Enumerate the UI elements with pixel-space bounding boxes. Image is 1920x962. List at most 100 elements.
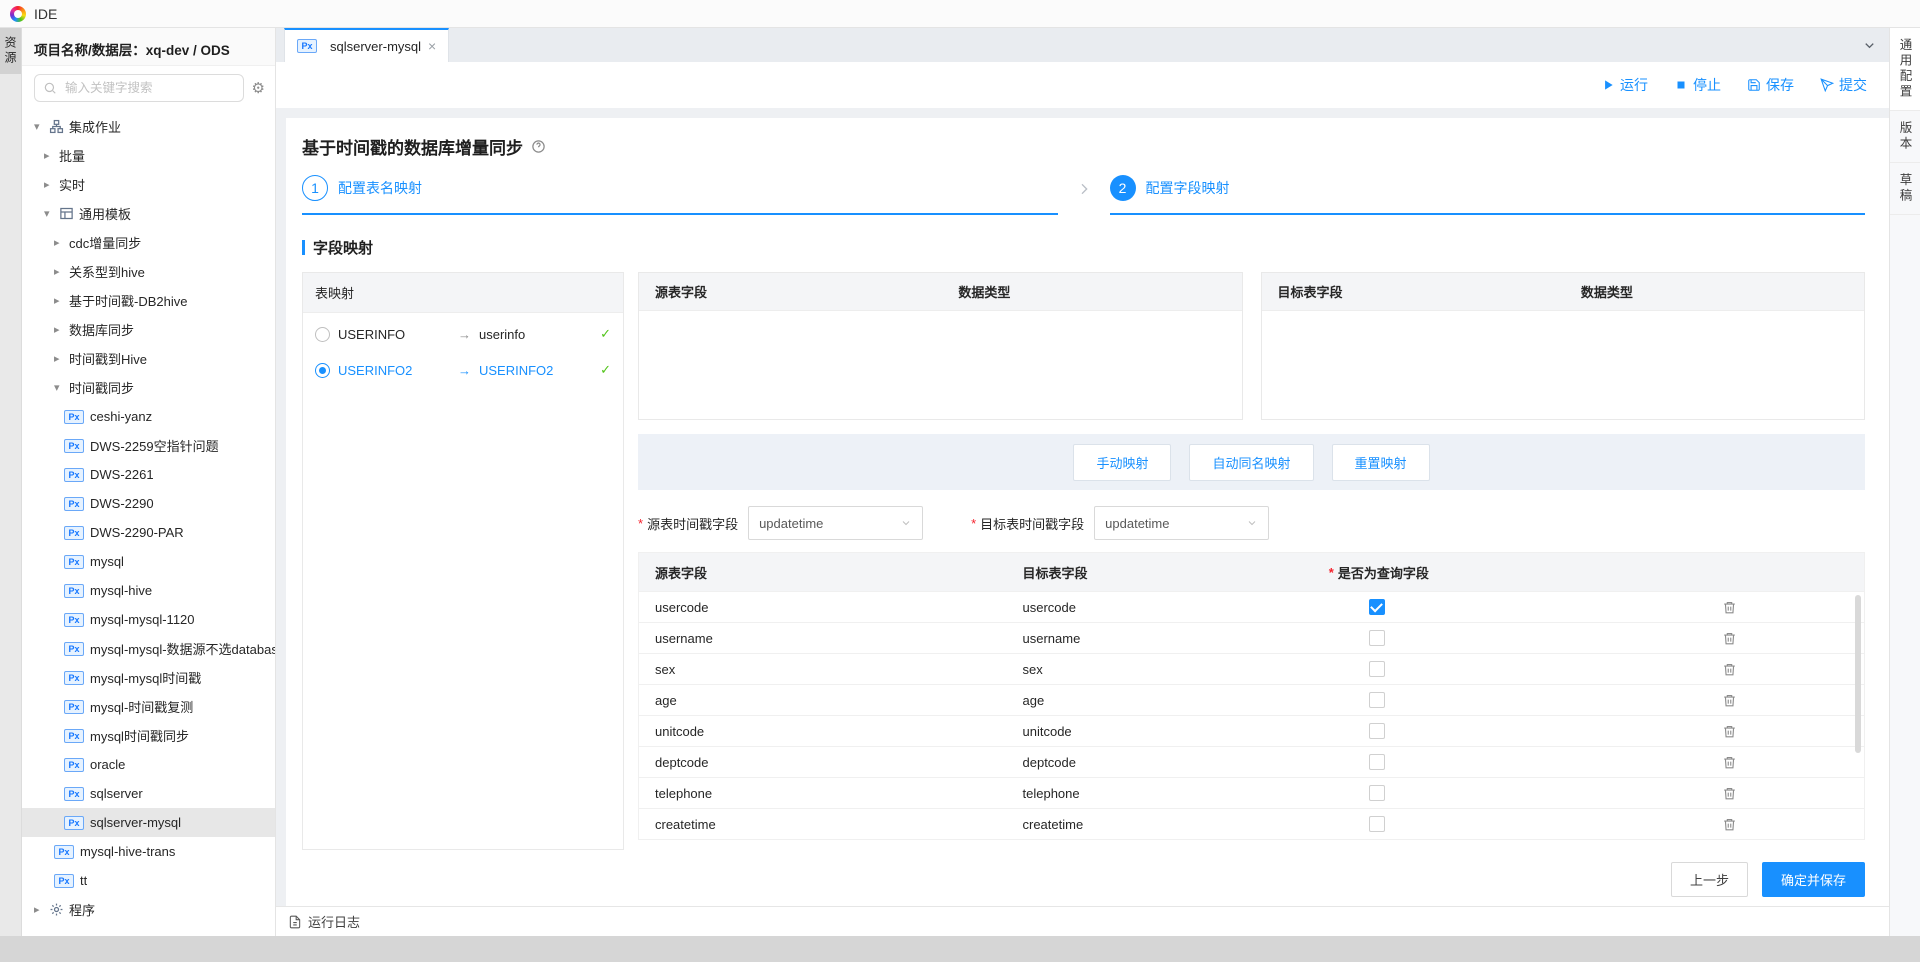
- tab-label: sqlserver-mysql: [330, 39, 421, 54]
- table-mapping-row[interactable]: USERINFOuserinfo: [303, 319, 623, 349]
- tree-item-label: mysql: [90, 554, 124, 569]
- query-field-checkbox[interactable]: [1369, 754, 1385, 770]
- submit-button[interactable]: 提交: [1820, 75, 1867, 95]
- tree-item[interactable]: Pxmysql-mysql时间戳: [22, 663, 275, 692]
- tree-item[interactable]: Pxtt: [22, 866, 275, 895]
- delete-row-trash-icon[interactable]: [1722, 724, 1737, 739]
- tree-item[interactable]: 实时: [22, 170, 275, 199]
- tree-item[interactable]: Pxmysql时间戳同步: [22, 721, 275, 750]
- tree-item[interactable]: 程序: [22, 895, 275, 924]
- target-timestamp-select[interactable]: updatetime: [1094, 506, 1269, 540]
- delete-row-trash-icon[interactable]: [1722, 662, 1737, 677]
- query-field-checkbox[interactable]: [1369, 785, 1385, 801]
- tree-item[interactable]: 时间戳到Hive: [22, 344, 275, 373]
- source-field-cell: usercode: [639, 600, 1007, 615]
- chevron-right-icon[interactable]: [54, 265, 67, 278]
- table-scrollbar-thumb[interactable]: [1855, 595, 1861, 753]
- run-button[interactable]: 运行: [1601, 75, 1648, 95]
- tree-item[interactable]: Pxmysql: [22, 547, 275, 576]
- right-rail: 通用配置版本草稿: [1890, 28, 1920, 936]
- delete-row-trash-icon[interactable]: [1722, 755, 1737, 770]
- tree-item[interactable]: 集成作业: [22, 112, 275, 141]
- stop-label: 停止: [1693, 75, 1721, 95]
- tree-item[interactable]: Pxmysql-hive: [22, 576, 275, 605]
- tree-item[interactable]: PxDWS-2261: [22, 460, 275, 489]
- section-title: 字段映射: [313, 237, 373, 258]
- auto-same-name-mapping-button[interactable]: 自动同名映射: [1189, 444, 1313, 481]
- delete-row-trash-icon[interactable]: [1722, 693, 1737, 708]
- right-tab-general-config[interactable]: 通用配置: [1890, 28, 1920, 111]
- tree-item[interactable]: Pxmysql-时间戳复测: [22, 692, 275, 721]
- template-icon: [59, 206, 74, 221]
- query-field-checkbox[interactable]: [1369, 692, 1385, 708]
- run-log-bar[interactable]: 运行日志: [276, 906, 1889, 936]
- chevron-right-icon[interactable]: [54, 352, 67, 365]
- delete-row-trash-icon[interactable]: [1722, 600, 1737, 615]
- table-select-radio[interactable]: [315, 363, 330, 378]
- tree-item-label: oracle: [90, 757, 125, 772]
- query-field-checkbox[interactable]: [1369, 816, 1385, 832]
- close-tab-icon[interactable]: [428, 39, 436, 53]
- target-fields-table-header: 目标表字段 数据类型: [1262, 273, 1865, 311]
- tree-item[interactable]: Pxsqlserver-mysql: [22, 808, 275, 837]
- source-timestamp-select[interactable]: updatetime: [748, 506, 923, 540]
- tree-item[interactable]: PxDWS-2259空指针问题: [22, 431, 275, 460]
- run-label: 运行: [1620, 75, 1648, 95]
- tree-item[interactable]: cdc增量同步: [22, 228, 275, 257]
- query-field-checkbox[interactable]: [1369, 630, 1385, 646]
- field-mapping-row: usernameusername: [639, 622, 1864, 653]
- chevron-down-icon[interactable]: [34, 120, 47, 133]
- tree-item[interactable]: 数据库同步: [22, 315, 275, 344]
- delete-row-trash-icon[interactable]: [1722, 631, 1737, 646]
- chevron-right-icon[interactable]: [44, 178, 57, 191]
- field-mapping-table-header: 源表字段 目标表字段 是否为查询字段: [639, 553, 1864, 591]
- table-mapping-row[interactable]: USERINFO2USERINFO2: [303, 355, 623, 385]
- chevron-right-icon[interactable]: [54, 294, 67, 307]
- query-field-checkbox[interactable]: [1369, 661, 1385, 677]
- right-tab-version[interactable]: 版本: [1890, 111, 1920, 163]
- chevron-right-icon[interactable]: [34, 903, 47, 916]
- manual-mapping-button[interactable]: 手动映射: [1073, 444, 1171, 481]
- tree-item[interactable]: Pxmysql-mysql-数据源不选database: [22, 634, 275, 663]
- rail-tab-resources[interactable]: 资源: [0, 28, 21, 74]
- tree-item[interactable]: 基于时间戳-DB2hive: [22, 286, 275, 315]
- chevron-right-icon[interactable]: [44, 149, 57, 162]
- tree-item[interactable]: Pxmysql-hive-trans: [22, 837, 275, 866]
- tree-item[interactable]: PxDWS-2290-PAR: [22, 518, 275, 547]
- query-field-checkbox[interactable]: [1369, 723, 1385, 739]
- table-select-radio[interactable]: [315, 327, 330, 342]
- search-input[interactable]: [34, 74, 244, 102]
- query-field-checkbox[interactable]: [1369, 599, 1385, 615]
- step-1-configure-table-mapping[interactable]: 1 配置表名映射: [302, 175, 1058, 215]
- tab-sqlserver-mysql[interactable]: Px sqlserver-mysql: [284, 28, 449, 62]
- chevron-down-icon[interactable]: [54, 381, 67, 394]
- source-field-cell: username: [639, 631, 1007, 646]
- reset-mapping-button[interactable]: 重置映射: [1332, 444, 1430, 481]
- tree-item[interactable]: PxDWS-2290: [22, 489, 275, 518]
- search-settings-gear-icon[interactable]: [252, 79, 265, 97]
- tree-item[interactable]: Pxsqlserver: [22, 779, 275, 808]
- tree-item[interactable]: Pxmysql-mysql-1120: [22, 605, 275, 634]
- step-2-configure-field-mapping[interactable]: 2 配置字段映射: [1110, 175, 1866, 215]
- tree-item[interactable]: Pxoracle: [22, 750, 275, 779]
- delete-row-trash-icon[interactable]: [1722, 817, 1737, 832]
- sidebar-search-row: [22, 66, 275, 110]
- save-button[interactable]: 保存: [1747, 75, 1794, 95]
- tab-list-chevron-down-icon[interactable]: [1862, 38, 1877, 53]
- right-tab-draft[interactable]: 草稿: [1890, 163, 1920, 215]
- tree-item-label: mysql-mysql时间戳: [90, 668, 201, 687]
- confirm-save-button[interactable]: 确定并保存: [1762, 862, 1865, 897]
- tree-item[interactable]: 关系型到hive: [22, 257, 275, 286]
- chevron-right-icon[interactable]: [54, 323, 67, 336]
- tree-item[interactable]: 时间戳同步: [22, 373, 275, 402]
- delete-row-trash-icon[interactable]: [1722, 786, 1737, 801]
- help-question-icon[interactable]: [531, 139, 546, 154]
- chevron-down-icon[interactable]: [44, 207, 57, 220]
- tree-item[interactable]: 批量: [22, 141, 275, 170]
- source-datatype-col-header: 数据类型: [958, 282, 1241, 301]
- tree-item[interactable]: 通用模板: [22, 199, 275, 228]
- tree-item[interactable]: Pxceshi-yanz: [22, 402, 275, 431]
- stop-button[interactable]: 停止: [1674, 75, 1721, 95]
- previous-step-button[interactable]: 上一步: [1671, 862, 1748, 897]
- chevron-right-icon[interactable]: [54, 236, 67, 249]
